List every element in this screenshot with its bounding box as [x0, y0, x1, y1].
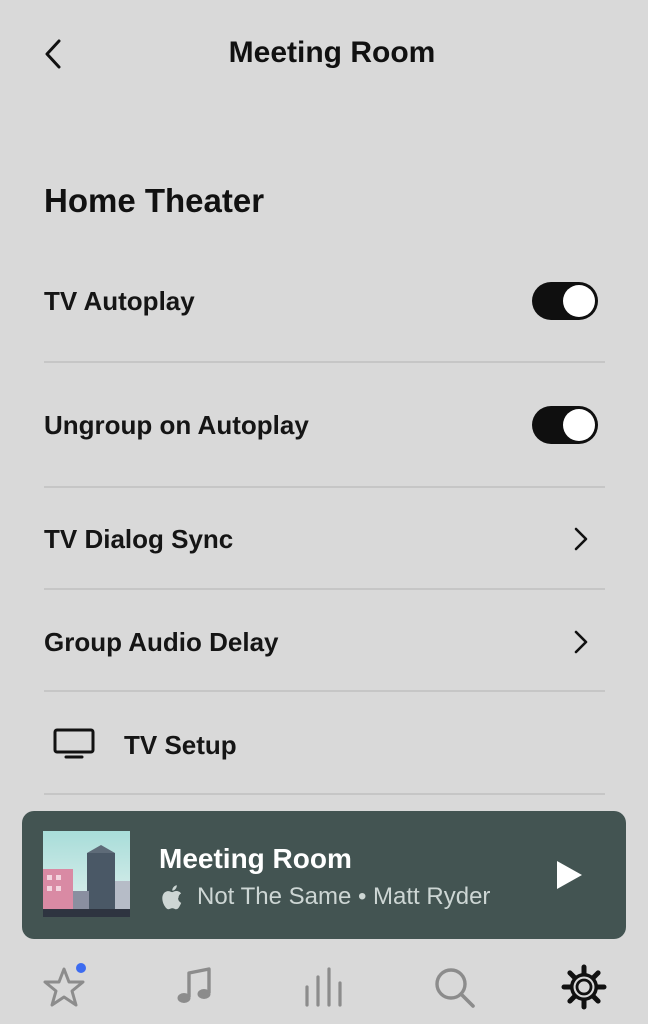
play-button[interactable] [552, 857, 586, 893]
toggle-knob [563, 409, 595, 441]
now-playing-room: Meeting Room [159, 843, 352, 874]
divider [44, 486, 605, 488]
equalizer-bars-icon [305, 967, 342, 1007]
now-playing-track-line: Not The Same • Matt Ryder [159, 883, 490, 911]
setting-label: TV Setup [124, 729, 237, 760]
tv-autoplay-toggle[interactable] [532, 282, 598, 320]
notification-dot [76, 963, 86, 973]
ungroup-on-autoplay-toggle[interactable] [532, 406, 598, 444]
header: Meeting Room [0, 0, 648, 110]
setting-row-group-audio-delay[interactable]: Group Audio Delay [0, 621, 648, 663]
setting-row-tv-dialog-sync[interactable]: TV Dialog Sync [0, 518, 648, 560]
divider [44, 793, 605, 795]
tab-settings[interactable] [560, 963, 608, 1011]
apple-icon [162, 885, 182, 910]
tab-music[interactable] [171, 963, 219, 1011]
divider [44, 361, 605, 363]
tab-favorites[interactable] [40, 963, 88, 1011]
setting-row-ungroup-on-autoplay[interactable]: Ungroup on Autoplay [0, 404, 648, 446]
setting-label: Group Audio Delay [44, 626, 279, 657]
toggle-knob [563, 285, 595, 317]
now-playing-track: Not The Same • Matt Ryder [197, 883, 491, 910]
search-icon [435, 968, 475, 1008]
tab-bar [0, 945, 648, 1024]
now-playing-bar[interactable]: Meeting Room Not The Same • Matt Ryder [22, 811, 626, 939]
chevron-right-icon [570, 524, 592, 554]
tab-rooms[interactable] [300, 963, 348, 1011]
section-title: Home Theater [44, 182, 265, 219]
tv-icon [53, 728, 95, 759]
page-title: Meeting Room [228, 36, 436, 69]
setting-label: TV Autoplay [44, 285, 195, 316]
music-note-icon [177, 967, 211, 1003]
tab-search[interactable] [430, 963, 478, 1011]
album-art [43, 831, 130, 917]
divider [44, 690, 605, 692]
setting-label: Ungroup on Autoplay [44, 409, 309, 440]
setting-row-tv-setup[interactable]: TV Setup [0, 724, 648, 766]
chevron-right-icon [570, 627, 592, 657]
setting-label: TV Dialog Sync [44, 523, 234, 554]
setting-row-tv-autoplay[interactable]: TV Autoplay [0, 280, 648, 322]
gear-icon [561, 964, 607, 1010]
divider [44, 588, 605, 590]
play-icon [557, 861, 582, 889]
